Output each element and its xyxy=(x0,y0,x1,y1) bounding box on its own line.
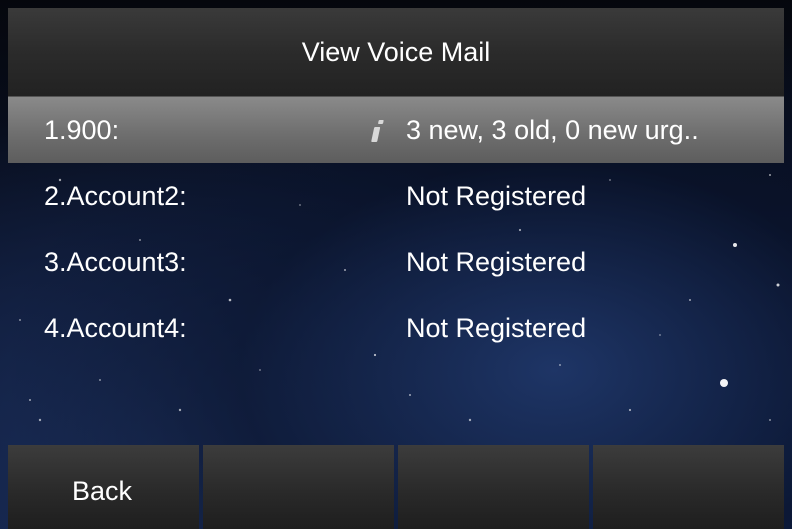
voicemail-status: Not Registered xyxy=(406,180,587,211)
softkey-4[interactable] xyxy=(593,445,784,529)
account-label: 1.900: xyxy=(44,114,120,145)
info-icon xyxy=(371,120,384,142)
account-row-3[interactable]: 3.Account3: Not Registered xyxy=(8,229,784,295)
voicemail-status: Not Registered xyxy=(406,312,587,343)
account-label: 2.Account2: xyxy=(44,180,187,211)
back-softkey[interactable]: Back xyxy=(8,445,199,529)
account-row-1[interactable]: 1.900: 3 new, 3 old, 0 new urg.. xyxy=(8,97,784,163)
voicemail-status: Not Registered xyxy=(406,246,587,277)
account-row-2[interactable]: 2.Account2: Not Registered xyxy=(8,163,784,229)
account-label: 3.Account3: xyxy=(44,246,187,277)
account-row-4[interactable]: 4.Account4: Not Registered xyxy=(8,295,784,361)
softkey-3[interactable] xyxy=(398,445,589,529)
phone-screen: View Voice Mail 1.900: 3 new, 3 old, 0 n… xyxy=(0,0,792,529)
voicemail-status: 3 new, 3 old, 0 new urg.. xyxy=(406,114,699,145)
page-title: View Voice Mail xyxy=(301,36,491,67)
title-bar: View Voice Mail xyxy=(8,8,784,97)
voicemail-account-list: 1.900: 3 new, 3 old, 0 new urg.. 2.Accou… xyxy=(8,97,784,361)
account-label: 4.Account4: xyxy=(44,312,187,343)
softkey-bar: Back xyxy=(8,445,784,529)
softkey-2[interactable] xyxy=(203,445,394,529)
